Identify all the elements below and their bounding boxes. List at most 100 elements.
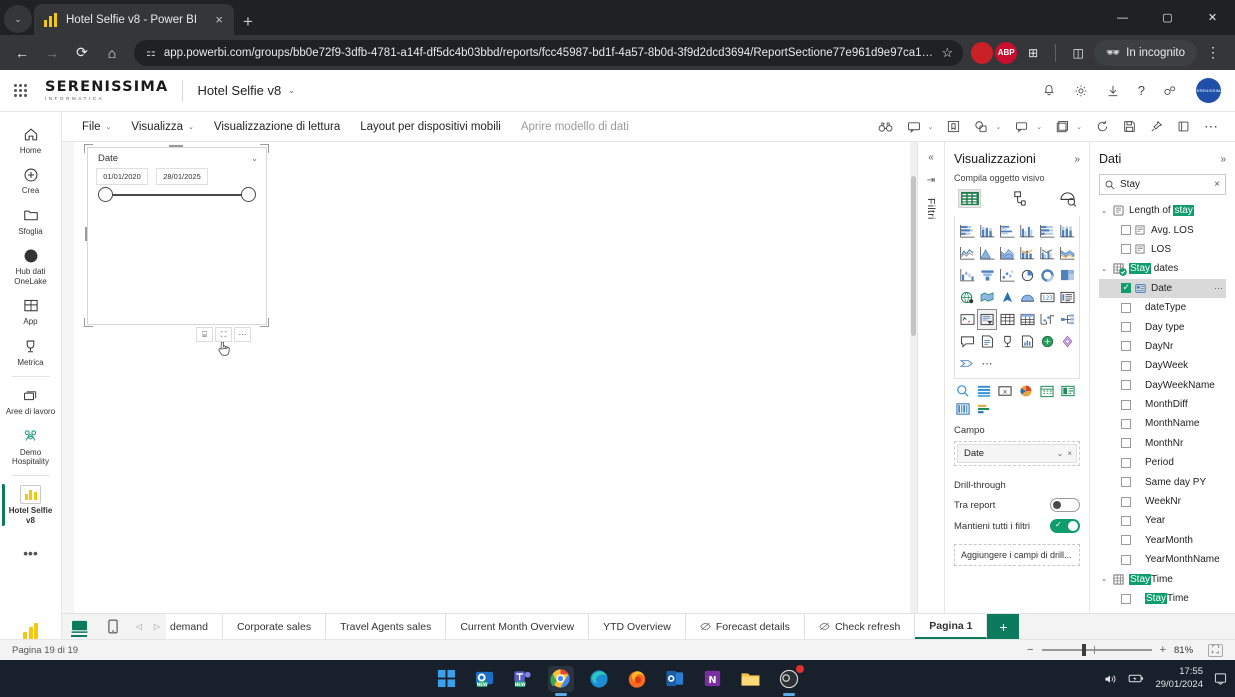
home-icon[interactable]: ⌂ [98, 39, 126, 67]
outlook-classic-icon[interactable] [662, 666, 688, 692]
sidebar-item-hotel-selfie-v8[interactable]: Hotel Selfie v8 [2, 480, 60, 530]
clear-search-icon[interactable]: × [1214, 179, 1220, 190]
visual-type-donut-chart[interactable] [1037, 265, 1057, 286]
visual-type-kpi[interactable] [957, 309, 977, 330]
search-input[interactable]: Stay [1120, 179, 1209, 190]
tree-field-dayweek[interactable]: DayWeek [1099, 356, 1226, 375]
field-checkbox[interactable] [1121, 225, 1131, 235]
field-well[interactable]: Date ⌄ × [954, 441, 1080, 466]
tree-field-yearmonth[interactable]: YearMonth [1099, 531, 1226, 550]
visual-type-filled-map[interactable] [977, 287, 997, 308]
pin-icon[interactable] [1143, 120, 1170, 133]
maximize-button[interactable]: ▢ [1145, 0, 1190, 35]
menu-visualizzazione-lettura[interactable]: Visualizzazione di lettura [204, 121, 350, 133]
tree-field-monthdiff[interactable]: MonthDiff [1099, 395, 1226, 414]
visual-type-multi-row-card[interactable] [1057, 287, 1077, 308]
new-tab-button[interactable]: + [234, 13, 262, 35]
visual-type-pie-chart[interactable] [1017, 265, 1037, 286]
sidebar-item-home[interactable]: Home [2, 120, 60, 160]
file-explorer-icon[interactable] [738, 666, 764, 692]
field-checkbox[interactable] [1121, 341, 1131, 351]
field-checkbox[interactable] [1121, 458, 1131, 468]
tree-field-daynr[interactable]: DayNr [1099, 337, 1226, 356]
more-options-icon[interactable]: ⋯ [234, 327, 251, 342]
mantieni-filtri-toggle[interactable]: ✓ [1050, 519, 1080, 533]
data-search-box[interactable]: Stay × [1099, 174, 1226, 195]
more-options-icon[interactable]: ⋯ [1197, 118, 1225, 135]
visual-type-100-stacked-bar-chart[interactable] [1037, 221, 1057, 242]
sidebar-item-sfoglia[interactable]: Sfoglia [2, 201, 60, 241]
explore-binoculars-icon[interactable] [871, 121, 900, 133]
field-checkbox[interactable] [1121, 303, 1131, 313]
page-tab-pagina-1[interactable]: Pagina 1 [915, 614, 987, 639]
field-checkbox[interactable] [1121, 361, 1131, 371]
field-pill-date[interactable]: Date ⌄ × [957, 444, 1077, 463]
windows-start-icon[interactable] [434, 666, 460, 692]
obs-studio-icon[interactable] [776, 666, 802, 692]
page-tab-current-month-overview[interactable]: Current Month Overview [446, 614, 589, 639]
chevron-down-icon[interactable]: ⌄ [288, 86, 295, 95]
tab-search-chevron-icon[interactable]: ⌄ [4, 5, 32, 33]
visual-type-table[interactable] [997, 309, 1017, 330]
tree-field-avg-los[interactable]: Avg. LOS [1099, 220, 1226, 239]
ublock-extension-icon[interactable] [971, 42, 993, 64]
text-filter-icon[interactable]: x [998, 384, 1012, 398]
visual-type-key-influencers[interactable] [997, 331, 1017, 352]
sidebar-item-crea[interactable]: Crea [2, 160, 60, 200]
app-launcher-icon[interactable] [14, 84, 27, 97]
onenote-icon[interactable]: N [700, 666, 726, 692]
bookmarks-icon[interactable] [940, 120, 967, 133]
notifications-bell-icon[interactable] [1042, 84, 1056, 98]
visual-type-matrix[interactable] [1017, 309, 1037, 330]
visual-type-100-stacked-column-chart[interactable] [1057, 221, 1077, 242]
sunburst-visual-icon[interactable] [1019, 384, 1033, 398]
subscribe-icon[interactable] [1049, 120, 1076, 133]
tree-field-datetype[interactable]: dateType [1099, 298, 1226, 317]
sidebar-item-hub-dati-onelake[interactable]: Hub dati OneLake [2, 241, 60, 291]
help-icon[interactable]: ? [1138, 83, 1145, 98]
more-options-icon[interactable]: ⋯ [1214, 283, 1226, 294]
brand-logo[interactable]: SERENISSIMA INFORMATICA [45, 80, 168, 101]
visual-type-decomposition-tree[interactable] [1057, 309, 1077, 330]
tree-field-same-day-py[interactable]: Same day PY [1099, 472, 1226, 491]
slicer-range-track[interactable] [106, 194, 248, 196]
canvas-scrollbar[interactable] [910, 142, 917, 613]
chrome-icon[interactable] [548, 666, 574, 692]
adblock-plus-extension-icon[interactable]: ABP [995, 42, 1017, 64]
volume-icon[interactable] [1104, 673, 1117, 685]
comments-icon[interactable] [900, 121, 928, 133]
field-checkbox[interactable] [1121, 419, 1131, 429]
visual-type-power-apps[interactable] [1037, 331, 1057, 352]
visual-type-area-chart[interactable] [977, 243, 997, 264]
focus-mode-icon[interactable]: ⛶ [215, 327, 232, 342]
get-more-visuals-icon[interactable]: ⋯ [977, 353, 997, 374]
chevron-left-icon[interactable]: « [928, 152, 934, 163]
filters-panel-collapsed[interactable]: « ⇥ Filtri [917, 142, 945, 613]
tree-field-day-type[interactable]: Day type [1099, 317, 1226, 336]
field-checkbox[interactable] [1121, 380, 1131, 390]
close-window-button[interactable]: ✕ [1190, 0, 1235, 35]
page-tab-forecast-details[interactable]: Forecast details [686, 614, 805, 639]
tree-field-monthnr[interactable]: MonthNr [1099, 434, 1226, 453]
tree-field-year[interactable]: Year [1099, 511, 1226, 530]
save-icon[interactable] [1116, 120, 1143, 133]
tree-field-los[interactable]: LOS [1099, 240, 1226, 259]
visual-type-power-automate[interactable] [1057, 331, 1077, 352]
visual-type-stacked-bar-chart[interactable] [957, 221, 977, 242]
expand-panel-icon[interactable]: » [1220, 154, 1226, 165]
teams-new-icon[interactable]: NEW [510, 666, 536, 692]
battery-icon[interactable] [1128, 673, 1144, 684]
visual-type-line-clustered-column-chart[interactable] [1037, 243, 1057, 264]
tree-table-stay-dates[interactable]: ⌄ Stay dates [1099, 259, 1226, 278]
advanced-card-visual-icon[interactable] [956, 402, 970, 416]
browser-tab[interactable]: Hotel Selfie v8 - Power BI × [34, 4, 234, 35]
tree-field-monthname[interactable]: MonthName [1099, 414, 1226, 433]
page-tab-check-refresh[interactable]: Check refresh [805, 614, 915, 639]
minimize-button[interactable]: — [1100, 0, 1145, 35]
page-tabs-prev-arrow[interactable]: ◁ [130, 614, 148, 639]
visual-type-q-and-a[interactable] [957, 331, 977, 352]
expand-panel-icon[interactable]: ⇥ [927, 175, 935, 186]
notification-bell-icon[interactable] [1214, 672, 1227, 685]
add-page-button[interactable]: + [987, 614, 1019, 639]
visual-type-slicer[interactable] [977, 309, 997, 330]
